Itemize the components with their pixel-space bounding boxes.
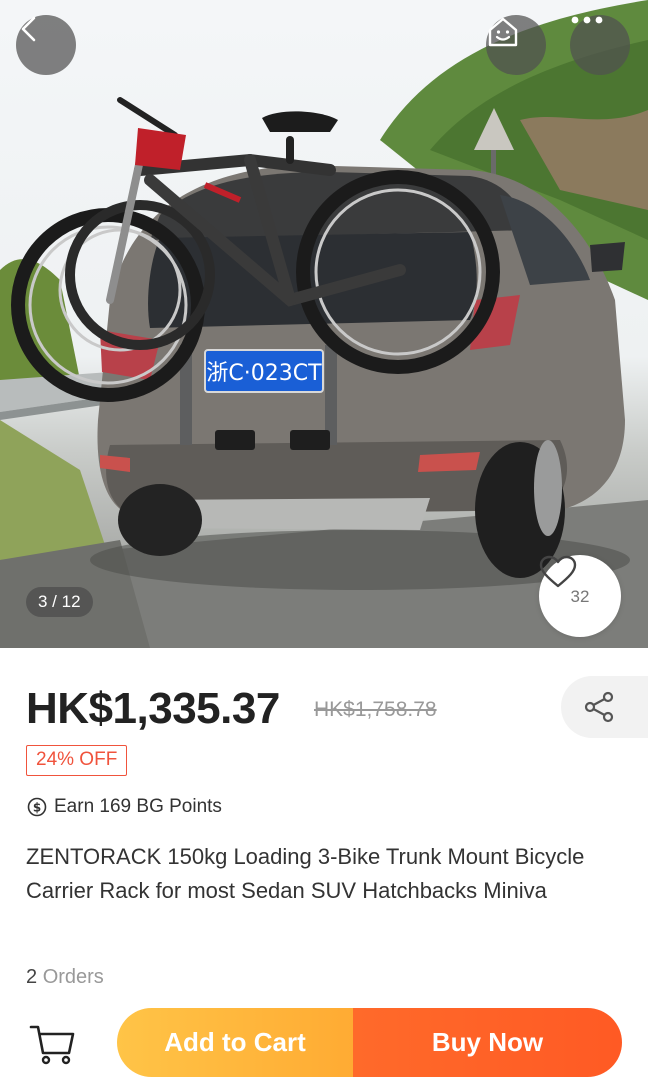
product-title: ZENTORACK 150kg Loading 3-Bike Trunk Mou… <box>26 844 585 903</box>
more-options-button[interactable] <box>570 15 630 75</box>
purchase-actions: Add to Cart Buy Now <box>117 1008 622 1077</box>
orders-count: 2 <box>26 966 38 988</box>
heart-icon <box>539 555 577 588</box>
current-price: HK$1,335.37 <box>26 684 280 733</box>
product-photo: 浙C·023CT <box>0 0 648 648</box>
orders-info: 2 Orders <box>26 966 104 989</box>
cart-icon <box>29 1025 75 1065</box>
points-info: $ Earn 169 BG Points <box>27 796 222 818</box>
orders-label: Orders <box>42 966 104 988</box>
more-dots-icon <box>571 16 603 24</box>
home-button[interactable] <box>486 15 546 75</box>
chevron-left-icon <box>21 16 36 42</box>
cart-button[interactable] <box>28 1022 76 1071</box>
share-button[interactable] <box>561 676 648 738</box>
coin-icon: $ <box>27 797 47 817</box>
favorite-button[interactable]: 32 <box>539 555 621 637</box>
add-to-cart-button[interactable]: Add to Cart <box>117 1008 353 1077</box>
svg-text:$: $ <box>33 801 41 815</box>
original-price: HK$1,758.78 <box>314 698 437 721</box>
share-icon <box>584 691 614 723</box>
product-image-gallery[interactable]: 浙C·023CT 3 / 12 32 <box>0 0 648 648</box>
buy-now-button[interactable]: Buy Now <box>353 1008 622 1077</box>
license-plate-text: 浙C·023CT <box>206 361 322 386</box>
points-text: Earn 169 BG Points <box>54 796 222 817</box>
discount-badge: 24% OFF <box>26 745 128 776</box>
back-button[interactable] <box>16 15 76 75</box>
favorite-count: 32 <box>570 587 590 606</box>
home-face-icon <box>488 17 518 47</box>
image-counter: 3 / 12 <box>26 587 93 617</box>
